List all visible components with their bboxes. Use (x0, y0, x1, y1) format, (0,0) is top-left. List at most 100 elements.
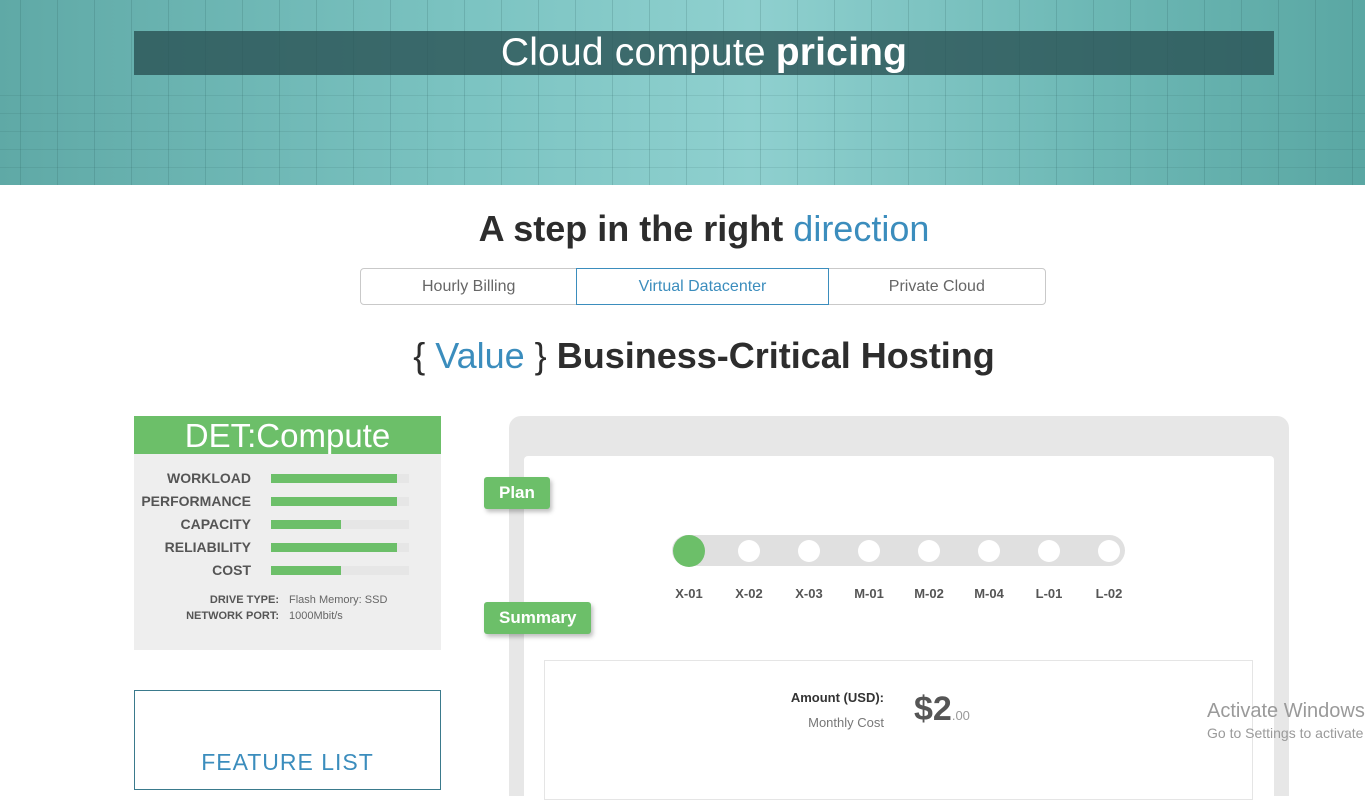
metric-bar-fill (271, 566, 342, 575)
plan-stop-l-01[interactable] (1038, 540, 1060, 562)
hero-texture-line (945, 0, 946, 185)
hero-texture-line (205, 0, 206, 185)
hero-texture-line (871, 0, 872, 185)
price-main: $2 (914, 690, 952, 728)
feature-list-title: FEATURE LIST (201, 749, 374, 775)
plan-stop-x-03[interactable] (798, 540, 820, 562)
card-title: DET:Compute (134, 416, 441, 454)
spec-value: Flash Memory: SSD (289, 594, 388, 606)
hero-texture-line (1241, 0, 1242, 185)
metric-bar-fill (271, 474, 397, 483)
plan-stop-m-02[interactable] (918, 540, 940, 562)
activate-windows-title: Activate Windows (1207, 700, 1365, 722)
metric-label: COST (212, 562, 251, 578)
metric-row: PERFORMANCE (134, 493, 441, 516)
hero-texture-line (834, 0, 835, 185)
hero-texture-line (723, 0, 724, 185)
plan-stop-m-04[interactable] (978, 540, 1000, 562)
metric-row: COST (134, 562, 441, 585)
price-value: $2.00 (914, 690, 970, 729)
hero-banner: Cloud compute pricing (0, 0, 1365, 185)
activate-windows-subtitle: Go to Settings to activate Windows. (1207, 725, 1365, 741)
compute-spec-card: DET:Compute WORKLOAD PERFORMANCE CAPACITY R… (134, 416, 441, 650)
metric-bar-track (271, 497, 409, 506)
plan-stop-x-02[interactable] (738, 540, 760, 562)
spec-row: NETWORK PORT: 1000Mbit/s (134, 610, 441, 626)
hero-texture-line (1204, 0, 1205, 185)
hero-texture-line (0, 95, 1365, 96)
metric-label: RELIABILITY (164, 539, 251, 555)
hero-texture-line (1315, 0, 1316, 185)
metric-label: WORKLOAD (167, 470, 251, 486)
hero-texture-line (612, 0, 613, 185)
hero-texture-line (501, 0, 502, 185)
hero-texture-line (20, 0, 21, 185)
tab-private-cloud[interactable]: Private Cloud (829, 269, 1045, 304)
brace-close: } (534, 335, 547, 376)
hero-texture-line (1167, 0, 1168, 185)
hero-texture-line (575, 0, 576, 185)
hero-texture-line (686, 0, 687, 185)
metric-row: WORKLOAD (134, 470, 441, 493)
price-cents: .00 (951, 708, 970, 723)
hero-texture-line (0, 131, 1365, 132)
amount-sublabel: Monthly Cost (808, 715, 884, 730)
hero-texture-line (57, 0, 58, 185)
plan-stop-label[interactable]: L-02 (1084, 586, 1134, 601)
hero-texture-line (464, 0, 465, 185)
summary-tag: Summary (484, 602, 592, 634)
plan-stop-label[interactable]: M-04 (964, 586, 1014, 601)
hero-texture-line (427, 0, 428, 185)
metric-label: PERFORMANCE (141, 493, 251, 509)
hero-texture-line (1056, 0, 1057, 185)
hero-texture-line (353, 0, 354, 185)
activate-windows-watermark: Activate Windows Go to Settings to activ… (1207, 700, 1365, 741)
hero-texture-line (797, 0, 798, 185)
hero-texture-line (1278, 0, 1279, 185)
metric-row: CAPACITY (134, 516, 441, 539)
section-heading: A step in the right direction (0, 208, 1365, 250)
metric-row: RELIABILITY (134, 539, 441, 562)
spec-list: DRIVE TYPE: Flash Memory: SSD NETWORK PORT… (134, 594, 441, 626)
plan-stop-x-01[interactable] (673, 535, 705, 567)
metric-bar-fill (271, 543, 397, 552)
brace-open: { (413, 335, 426, 376)
plan-stop-label[interactable]: X-03 (784, 586, 834, 601)
hero-texture-line (94, 0, 95, 185)
plan-stop-label[interactable]: X-02 (724, 586, 774, 601)
metric-bar-track (271, 566, 409, 575)
spec-row: DRIVE TYPE: Flash Memory: SSD (134, 594, 441, 610)
plan-stop-m-01[interactable] (858, 540, 880, 562)
plan-stop-label[interactable]: X-01 (664, 586, 714, 601)
plan-stop-l-02[interactable] (1098, 540, 1120, 562)
section-heading-bold: A step in the right (478, 208, 784, 249)
metric-label: CAPACITY (180, 516, 251, 532)
hero-texture-line (649, 0, 650, 185)
hero-texture-line (168, 0, 169, 185)
plan-stop-label[interactable]: M-01 (844, 586, 894, 601)
hero-texture-line (1130, 0, 1131, 185)
hero-texture-line (982, 0, 983, 185)
hero-texture-line (0, 113, 1365, 114)
hosting-heading: { Value } Business-Critical Hosting (0, 335, 1365, 377)
plan-stop-label[interactable]: L-01 (1024, 586, 1074, 601)
hero-texture-line (390, 0, 391, 185)
plan-stop-label[interactable]: M-02 (904, 586, 954, 601)
amount-label: Amount (USD): (790, 690, 884, 705)
hero-texture-line (0, 149, 1365, 150)
tab-hourly-billing[interactable]: Hourly Billing (361, 269, 576, 304)
summary-box (544, 660, 1253, 800)
hosting-title: Business-Critical Hosting (556, 335, 995, 376)
metric-list: WORKLOAD PERFORMANCE CAPACITY RELIABILITY CO… (134, 470, 441, 585)
hero-texture-line (1019, 0, 1020, 185)
hero-texture-line (279, 0, 280, 185)
tab-virtual-datacenter[interactable]: Virtual Datacenter (576, 268, 829, 305)
hero-texture-line (0, 167, 1365, 168)
hero-texture-line (1093, 0, 1094, 185)
page-title: Cloud compute pricing (134, 31, 1274, 75)
hero-texture-line (538, 0, 539, 185)
spec-key: DRIVE TYPE: (209, 594, 279, 606)
feature-list-card: FEATURE LIST (134, 690, 441, 790)
hero-texture-line (760, 0, 761, 185)
metric-bar-track (271, 474, 409, 483)
